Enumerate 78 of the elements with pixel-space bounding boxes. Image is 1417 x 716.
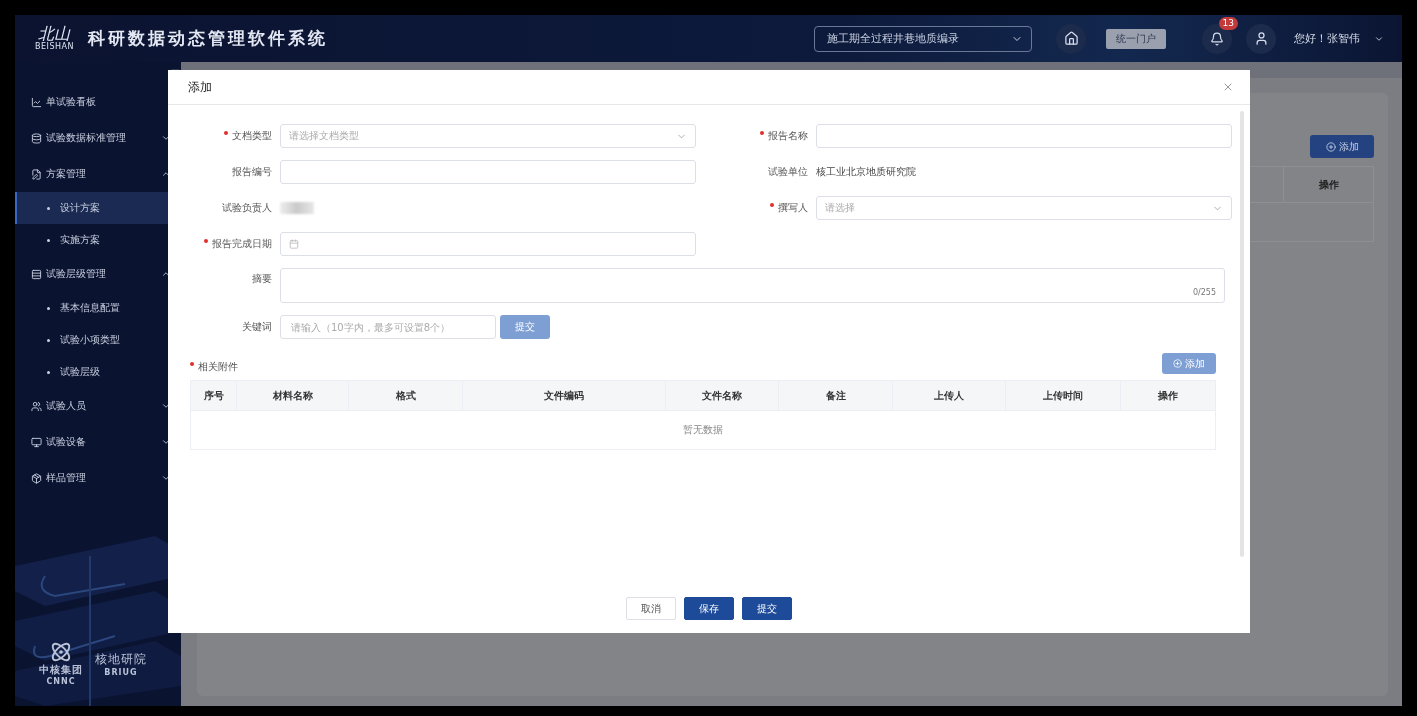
portal-button[interactable]: 统一门户 — [1106, 28, 1166, 49]
column-header: 文件名称 — [666, 381, 779, 410]
bullet-icon — [47, 306, 50, 310]
plus-circle-icon — [1173, 359, 1182, 368]
column-header: 文件编码 — [463, 381, 666, 410]
atom-logo-icon — [50, 641, 72, 663]
empty-message: 暂无数据 — [683, 423, 723, 437]
field-label: 关键词 — [241, 320, 272, 334]
dialog-title: 添加 — [188, 78, 212, 96]
column-header: 材料名称 — [237, 381, 349, 410]
dialog-button[interactable]: 提交 — [742, 597, 792, 620]
institute-code: BRIUG — [104, 667, 138, 677]
dialog-button[interactable]: 取消 — [626, 597, 676, 620]
bullet-icon — [47, 370, 50, 374]
required-icon — [770, 203, 774, 207]
bullet-icon — [47, 338, 50, 342]
bullet-icon — [47, 206, 50, 210]
sidebar-item[interactable]: 试验层级管理 — [15, 256, 181, 292]
add-button[interactable]: 添加 — [1310, 135, 1374, 158]
column-header: 备注 — [779, 381, 893, 410]
input-field[interactable] — [280, 160, 696, 184]
sidebar-item[interactable]: 样品管理 — [15, 460, 181, 496]
keyword-field[interactable]: 请输入（10字内，最多可设置8个） — [280, 315, 496, 339]
notification-badge: 13 — [1218, 16, 1238, 30]
plus-circle-icon — [1325, 141, 1336, 152]
column-header: 操作 — [1157, 388, 1179, 403]
sidebar-item[interactable]: 试验小项类型 — [15, 324, 181, 356]
bell-icon — [1210, 31, 1224, 46]
dialog-button[interactable]: 保存 — [684, 597, 734, 620]
people-icon — [31, 400, 42, 412]
input-field[interactable] — [816, 124, 1232, 148]
group-code: CNNC — [46, 677, 76, 686]
calendar-icon — [289, 239, 299, 249]
column-header: 操作 — [1283, 167, 1373, 202]
package-icon — [31, 472, 42, 484]
column-header: 上传时间 — [1006, 381, 1121, 410]
close-icon[interactable] — [1222, 81, 1234, 93]
sidebar-item[interactable]: 试验设备 — [15, 424, 181, 460]
user-icon — [1253, 31, 1269, 46]
field-label: 报告名称 — [712, 129, 808, 143]
project-select[interactable]: 施工期全过程井巷地质编录 — [814, 25, 1032, 52]
user-greeting[interactable]: 您好！张智伟 — [1294, 31, 1360, 46]
user-avatar-button[interactable] — [1246, 23, 1276, 54]
attachments-label: 相关附件 — [190, 360, 238, 374]
chart-icon — [31, 96, 42, 108]
logo: 北山 BEISHAN — [35, 26, 74, 51]
document-edit-icon — [31, 168, 42, 180]
home-button[interactable] — [1056, 23, 1086, 54]
app-title: 科研数据动态管理软件系统 — [87, 27, 328, 50]
field-label: 报告编号 — [231, 165, 272, 179]
field-label: 撰写人 — [712, 201, 808, 215]
field-value: 核工业北京地质研究院 — [816, 165, 916, 179]
required-icon — [204, 239, 208, 243]
textarea-field[interactable]: 0/255 — [280, 268, 1225, 303]
column-header: 序号 — [191, 381, 237, 410]
required-icon — [190, 362, 194, 366]
rows-icon — [31, 268, 42, 280]
home-icon — [1063, 31, 1079, 46]
sidebar-item[interactable]: 方案管理 — [15, 156, 181, 192]
sidebar-item[interactable]: 单试验看板 — [15, 84, 181, 120]
required-icon — [760, 131, 764, 135]
field-label: 试验单位 — [767, 165, 808, 179]
sidebar-item[interactable]: 试验人员 — [15, 388, 181, 424]
required-icon — [224, 131, 228, 135]
sidebar-item[interactable]: 试验层级 — [15, 356, 181, 388]
field-label: 摘要 — [251, 272, 272, 286]
sidebar-item[interactable]: 基本信息配置 — [15, 292, 181, 324]
column-header: 上传人 — [893, 381, 1006, 410]
group-name: 中核集团 — [39, 663, 83, 677]
date-field[interactable] — [280, 232, 696, 256]
monitor-icon — [31, 436, 42, 448]
field-label: 试验负责人 — [221, 201, 272, 215]
institute-name: 核地研院 — [95, 650, 147, 668]
bullet-icon — [47, 238, 50, 242]
database-icon — [31, 132, 42, 144]
blurred-value — [280, 202, 314, 214]
column-header: 格式 — [349, 381, 463, 410]
character-counter: 0/255 — [1192, 288, 1216, 297]
